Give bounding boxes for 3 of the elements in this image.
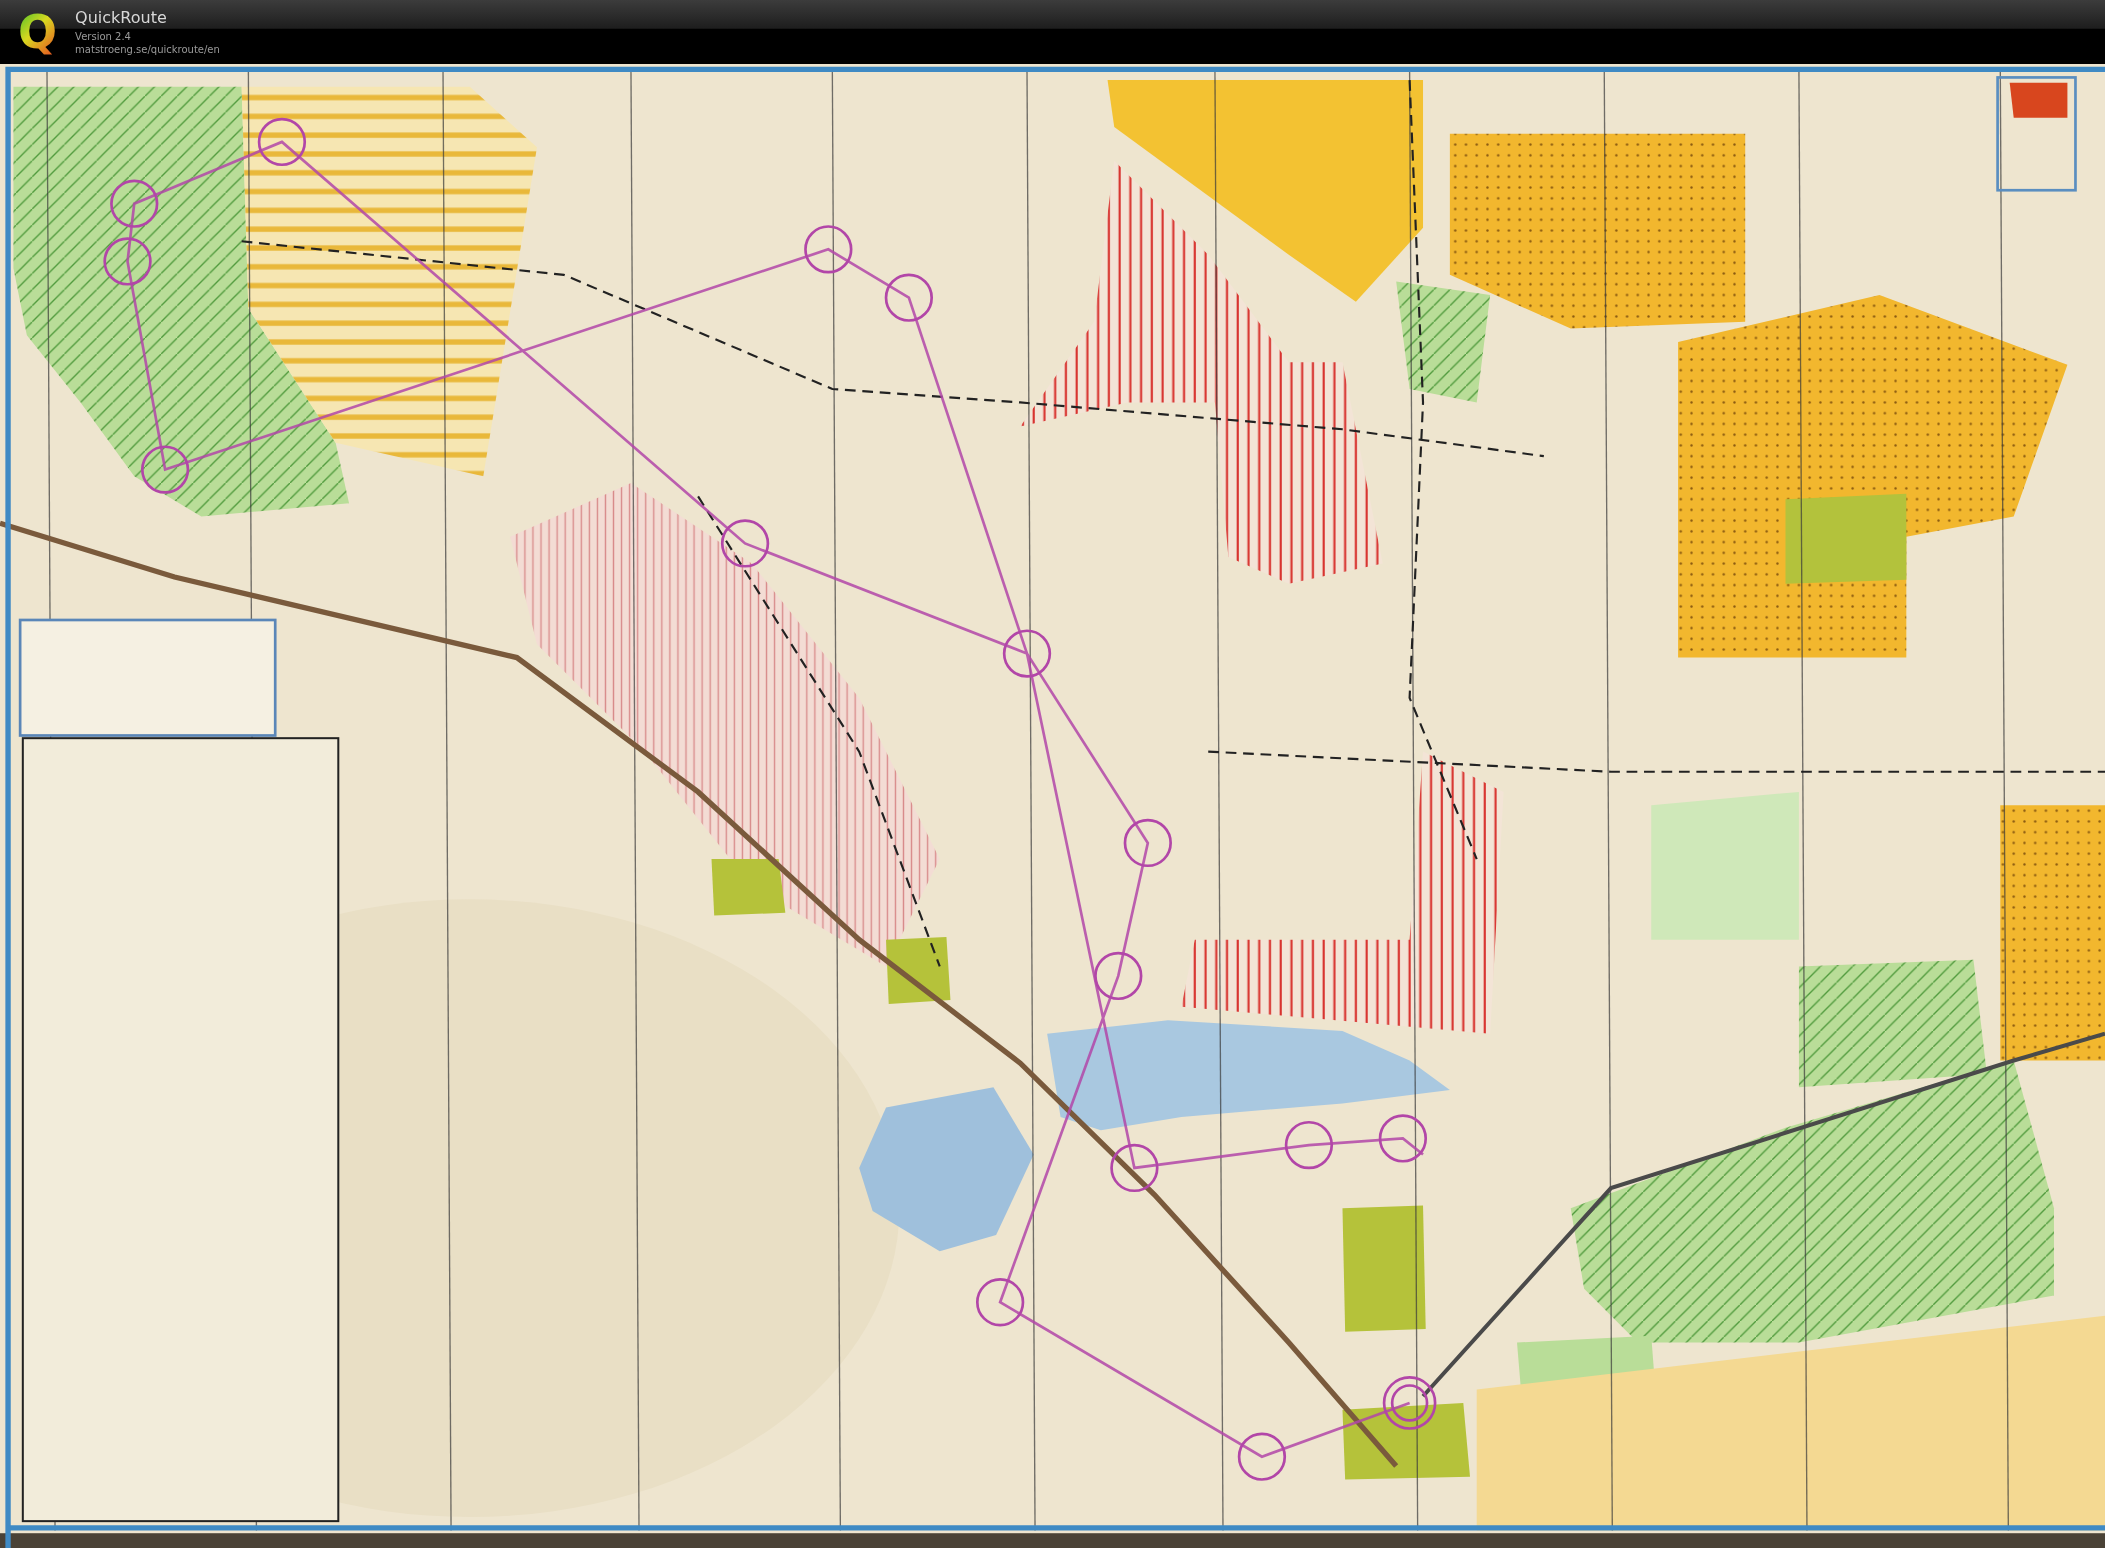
app-title: QuickRoute bbox=[75, 8, 168, 28]
app-version: Version 2.4 bbox=[75, 30, 132, 43]
app-url: matstroeng.se/quickroute/en bbox=[75, 43, 220, 56]
